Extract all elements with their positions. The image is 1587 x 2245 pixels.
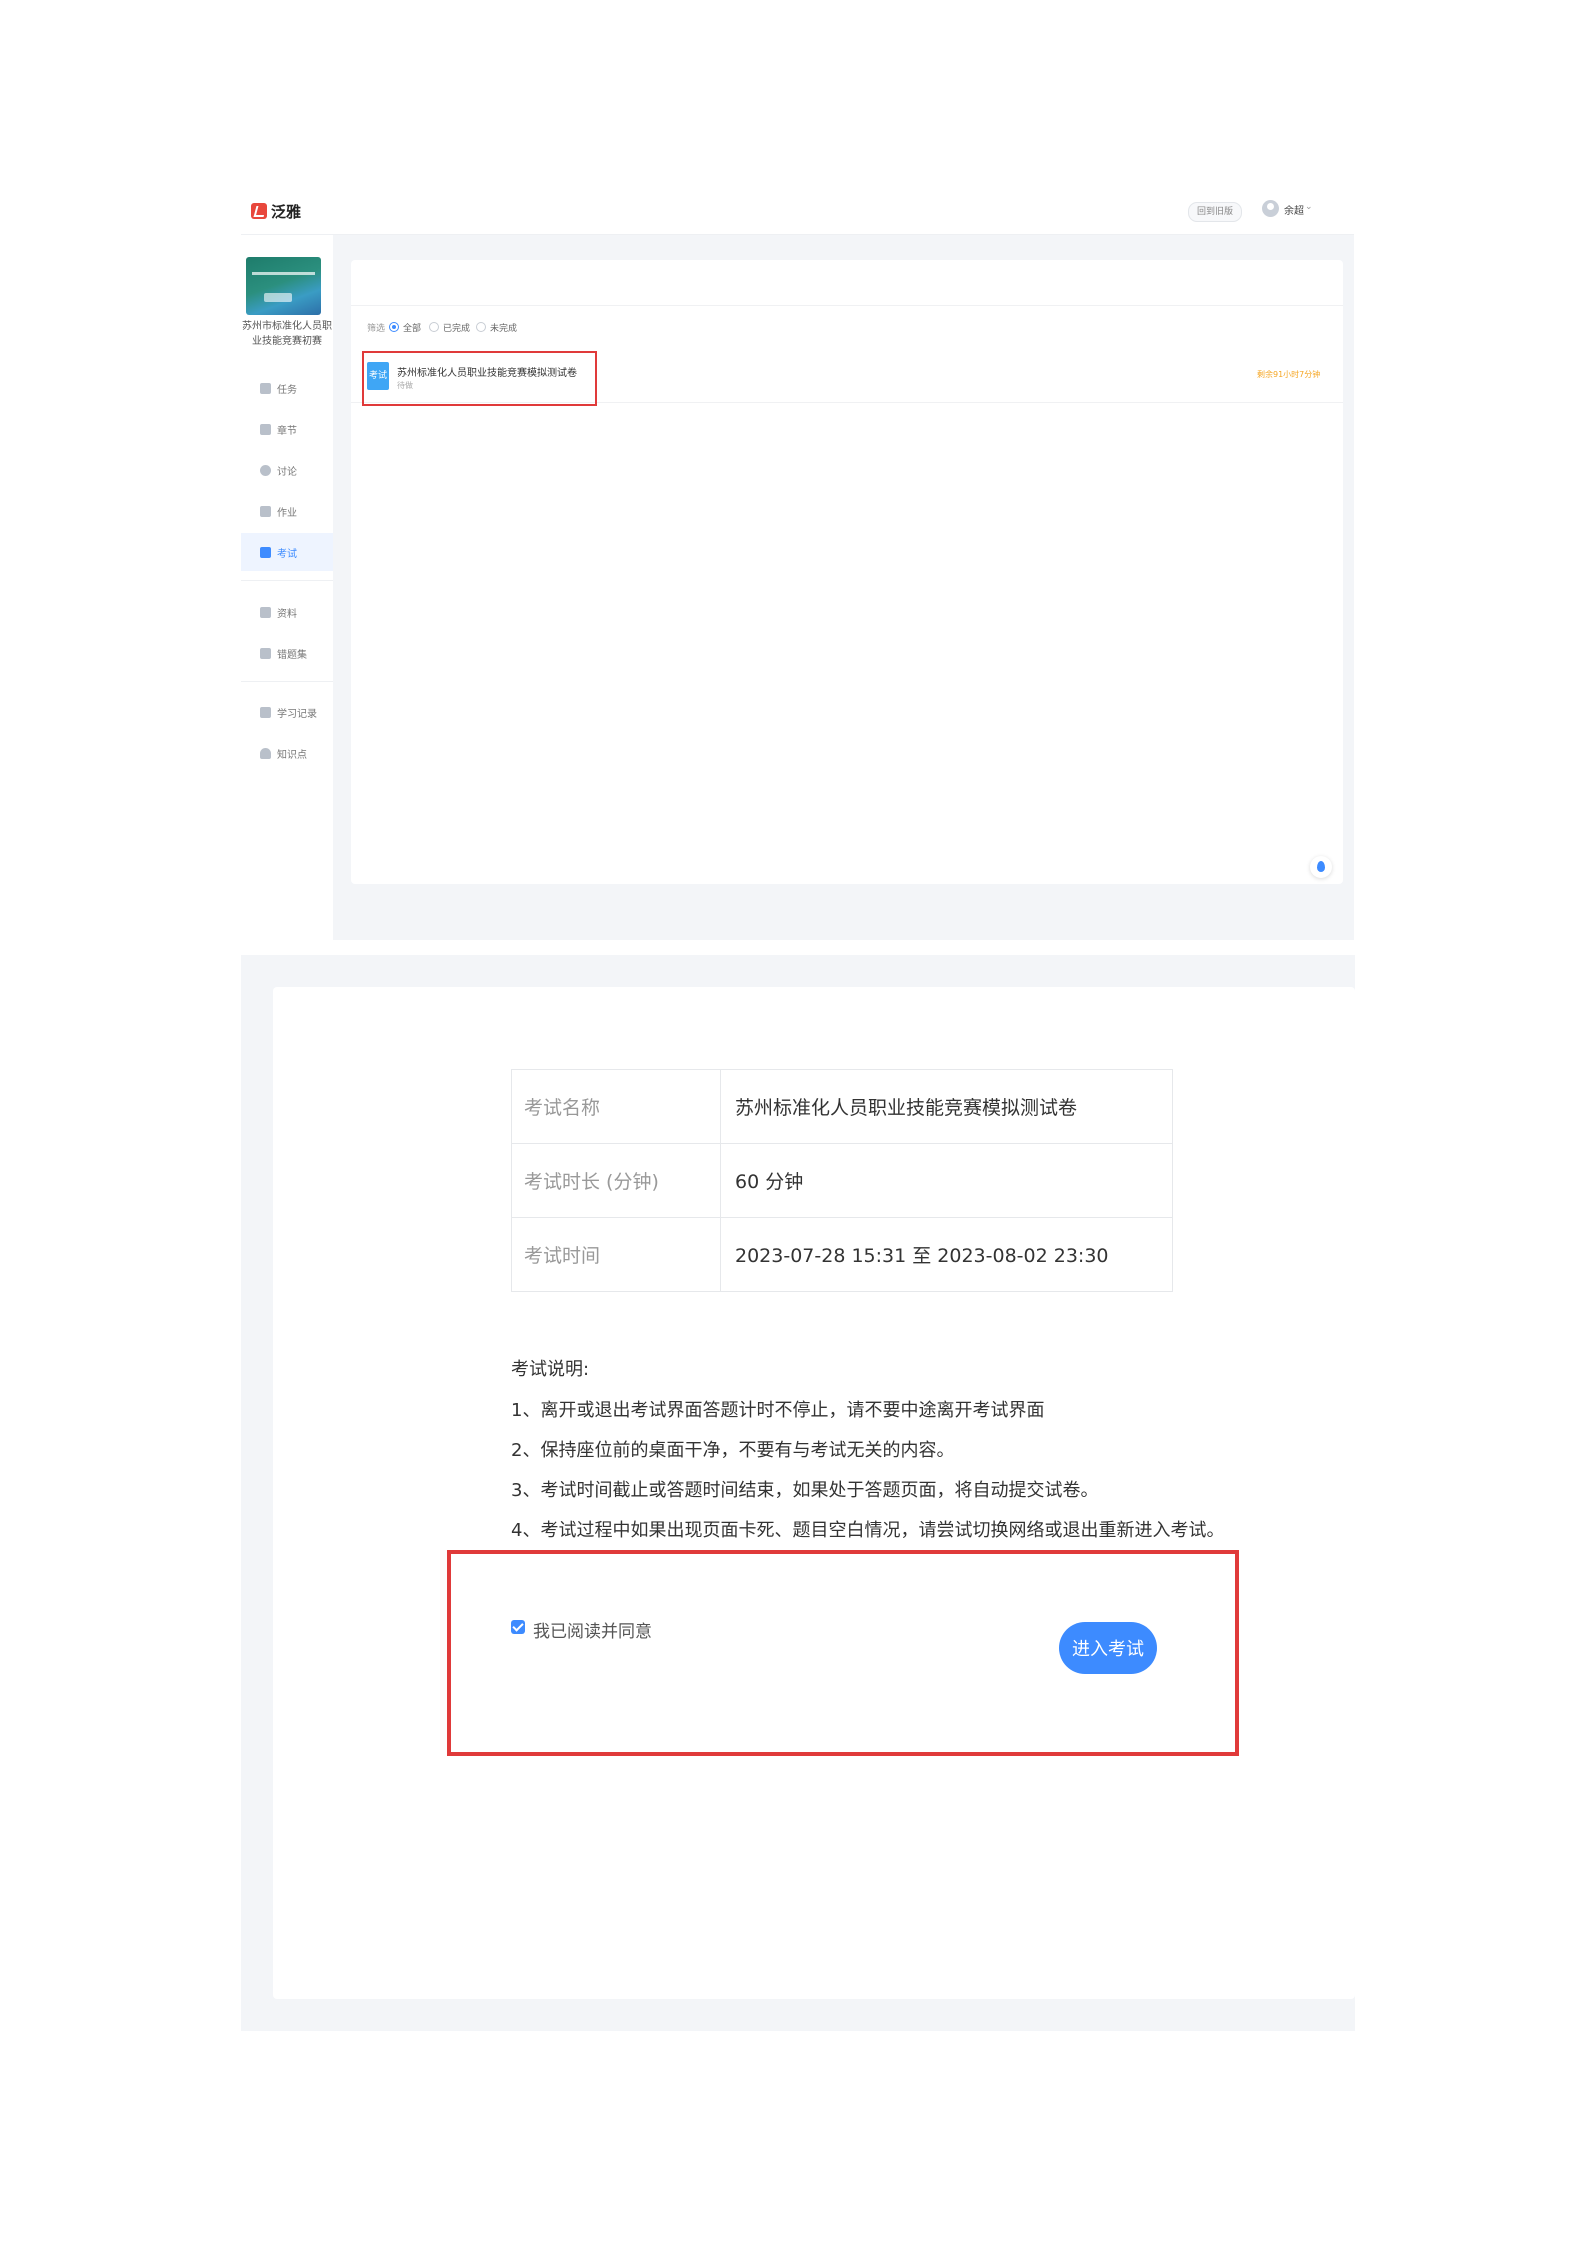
sidebar-item-study-record[interactable]: 学习记录 bbox=[241, 693, 333, 731]
course-title: 苏州市标准化人员职业技能竞赛初赛 bbox=[242, 321, 332, 347]
exam-duration-value: 60 分钟 bbox=[720, 1143, 1173, 1218]
filter-radio-all[interactable] bbox=[389, 322, 399, 332]
filter-radio-completed[interactable] bbox=[429, 322, 439, 332]
sidebar-divider bbox=[241, 681, 333, 682]
sidebar-item-chapters[interactable]: 章节 bbox=[241, 410, 333, 448]
book-icon bbox=[260, 424, 271, 435]
sidebar-item-label: 作业 bbox=[277, 508, 297, 519]
sidebar-item-label: 知识点 bbox=[277, 750, 307, 761]
annotation-highlight-box bbox=[447, 1550, 1239, 1756]
sidebar-item-discussion[interactable]: 讨论 bbox=[241, 451, 333, 489]
sidebar-item-knowledge-points[interactable]: 知识点 bbox=[241, 734, 333, 772]
sidebar-item-wrong-questions[interactable]: 错题集 bbox=[241, 634, 333, 672]
panel-divider bbox=[351, 305, 1343, 306]
exam-info-table: 考试名称 苏州标准化人员职业技能竞赛模拟测试卷 考试时长 (分钟) 60 分钟 … bbox=[511, 1069, 1173, 1292]
exam-duration-key: 考试时长 (分钟) bbox=[511, 1143, 721, 1218]
exam-time-key: 考试时间 bbox=[511, 1217, 721, 1292]
record-icon bbox=[260, 707, 271, 718]
sidebar-divider bbox=[241, 580, 333, 581]
assistant-float-icon[interactable] bbox=[1310, 856, 1332, 878]
sidebar-item-exam[interactable]: 考试 bbox=[241, 533, 333, 571]
course-cover-image[interactable] bbox=[246, 257, 321, 315]
back-to-old-version-button[interactable]: 回到旧版 bbox=[1188, 202, 1242, 222]
sidebar-item-label: 考试 bbox=[277, 549, 297, 560]
filter-label: 筛选 bbox=[367, 324, 386, 334]
table-row: 考试时间 2023-07-28 15:31 至 2023-08-02 23:30 bbox=[511, 1217, 1173, 1292]
brand-name: 泛雅 bbox=[271, 203, 302, 221]
exam-detail-screenshot: 考试名称 苏州标准化人员职业技能竞赛模拟测试卷 考试时长 (分钟) 60 分钟 … bbox=[241, 955, 1355, 2031]
sidebar-item-materials[interactable]: 资料 bbox=[241, 593, 333, 631]
exam-note-item: 3、考试时间截止或答题时间结束，如果处于答题页面，将自动提交试卷。 bbox=[511, 1480, 1099, 1501]
filter-radio-incomplete[interactable] bbox=[476, 322, 486, 332]
sidebar-item-label: 章节 bbox=[277, 426, 297, 437]
exam-name-key: 考试名称 bbox=[511, 1069, 721, 1144]
filter-option-label[interactable]: 已完成 bbox=[443, 321, 470, 334]
sidebar-item-label: 学习记录 bbox=[277, 709, 317, 720]
table-row: 考试名称 苏州标准化人员职业技能竞赛模拟测试卷 bbox=[511, 1069, 1173, 1144]
exam-note-item: 1、离开或退出考试界面答题计时不停止，请不要中途离开考试界面 bbox=[511, 1400, 1045, 1421]
exam-remaining-time: 剩余91小时7分钟 bbox=[1257, 370, 1321, 379]
chevron-down-icon[interactable]: ⌄ bbox=[1305, 202, 1313, 212]
sidebar-item-label: 资料 bbox=[277, 609, 297, 620]
exam-icon bbox=[260, 547, 271, 558]
person-icon bbox=[260, 748, 271, 759]
folder-icon bbox=[260, 607, 271, 618]
exam-name-value: 苏州标准化人员职业技能竞赛模拟测试卷 bbox=[720, 1069, 1173, 1144]
course-sidebar: 苏州市标准化人员职业技能竞赛初赛 任务 章节 讨论 作业 考试 资料 错题集 学… bbox=[241, 235, 333, 940]
chat-icon bbox=[260, 465, 271, 476]
sidebar-item-label: 错题集 bbox=[277, 650, 307, 661]
brand-logo-icon bbox=[251, 203, 267, 219]
sidebar-item-tasks[interactable]: 任务 bbox=[241, 369, 333, 407]
user-name[interactable]: 余超 bbox=[1284, 202, 1304, 217]
filter-option-label[interactable]: 未完成 bbox=[490, 321, 517, 334]
exam-time-value: 2023-07-28 15:31 至 2023-08-02 23:30 bbox=[720, 1217, 1173, 1292]
sidebar-item-homework[interactable]: 作业 bbox=[241, 492, 333, 530]
sidebar-item-label: 讨论 bbox=[277, 467, 297, 478]
notebook-icon bbox=[260, 648, 271, 659]
sidebar-item-label: 任务 bbox=[277, 385, 297, 396]
user-avatar-icon[interactable] bbox=[1262, 200, 1279, 217]
exam-notes-title: 考试说明: bbox=[511, 1359, 590, 1380]
exam-note-item: 4、考试过程中如果出现页面卡死、题目空白情况，请尝试切换网络或退出重新进入考试。 bbox=[511, 1520, 1225, 1541]
grid-icon bbox=[260, 383, 271, 394]
annotation-highlight-box bbox=[362, 351, 597, 406]
edit-document-icon bbox=[260, 506, 271, 517]
exam-note-item: 2、保持座位前的桌面干净，不要有与考试无关的内容。 bbox=[511, 1440, 955, 1461]
exam-list-screenshot: 泛雅 回到旧版 余超 ⌄ 苏州市标准化人员职业技能竞赛初赛 任务 章节 讨论 作… bbox=[241, 188, 1354, 940]
table-row: 考试时长 (分钟) 60 分钟 bbox=[511, 1143, 1173, 1218]
top-navbar: 泛雅 回到旧版 余超 ⌄ bbox=[241, 188, 1354, 235]
filter-option-label[interactable]: 全部 bbox=[403, 321, 421, 334]
